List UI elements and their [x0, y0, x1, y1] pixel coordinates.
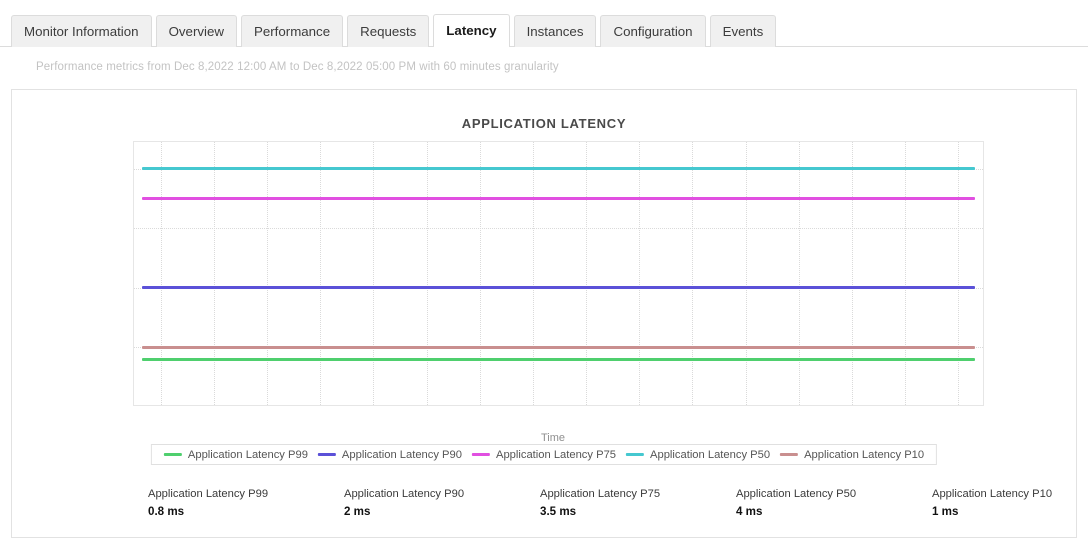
x-gridline [532, 142, 534, 405]
tab-configuration[interactable]: Configuration [600, 15, 706, 47]
chart-title: APPLICATION LATENCY [461, 116, 627, 131]
stat-label: Application Latency P50 [736, 488, 857, 500]
stat-p90: Application Latency P90 2 ms [344, 488, 540, 518]
stat-value: 3.5 ms [540, 505, 577, 518]
x-gridline [426, 142, 428, 405]
x-gridline [373, 142, 375, 405]
stat-p10: Application Latency P10 1 ms [932, 488, 1088, 518]
legend-swatch-icon [163, 453, 182, 456]
stat-value: 0.8 ms [148, 505, 185, 518]
x-gridline [745, 142, 747, 405]
legend-swatch-icon [471, 453, 490, 456]
tab-events[interactable]: Events [709, 15, 777, 47]
legend-item-p75[interactable]: Application Latency P75 [467, 449, 621, 461]
legend-swatch-icon [780, 453, 799, 456]
series-line-p90 [142, 286, 975, 290]
stat-p75: Application Latency P75 3.5 ms [540, 488, 736, 518]
stat-label: Application Latency P10 [932, 488, 1053, 500]
legend-swatch-icon [317, 453, 336, 456]
series-line-p75 [142, 197, 975, 201]
stat-p50: Application Latency P50 4 ms [736, 488, 932, 518]
series-line-p10 [142, 345, 975, 349]
stat-label: Application Latency P99 [148, 488, 269, 500]
stat-value: 2 ms [344, 505, 371, 518]
x-gridline [160, 142, 162, 405]
latency-chart-card: APPLICATION LATENCY 01:0002:0003:0004:00… [11, 89, 1077, 538]
x-axis-label: Time [540, 432, 566, 444]
legend-label: Application Latency P50 [650, 448, 771, 461]
tab-requests[interactable]: Requests [347, 15, 430, 47]
y-gridline [134, 228, 983, 230]
tab-monitor-information[interactable]: Monitor Information [11, 15, 152, 47]
metrics-range-subtitle: Performance metrics from Dec 8,2022 12:0… [36, 61, 559, 73]
chart-plot-area: 01:0002:0003:0004:0005:0006:0007:0008:00… [122, 141, 984, 457]
x-gridline [213, 142, 215, 405]
x-gridline [798, 142, 800, 405]
series-line-p99 [142, 357, 975, 361]
legend-item-p99[interactable]: Application Latency P99 [159, 449, 313, 461]
stat-value: 1 ms [932, 505, 959, 518]
stat-p99: Application Latency P99 0.8 ms [148, 488, 344, 518]
x-gridline [852, 142, 854, 405]
tab-bar: Monitor Information Overview Performance Re… [0, 0, 1088, 47]
tab-latency[interactable]: Latency [433, 14, 510, 47]
legend-label: Application Latency P90 [341, 448, 462, 461]
tab-instances[interactable]: Instances [513, 15, 597, 47]
x-gridline [320, 142, 322, 405]
legend-label: Application Latency P75 [495, 448, 617, 461]
x-gridline [905, 142, 907, 405]
legend-label: Application Latency P99 [187, 448, 308, 461]
stat-label: Application Latency P75 [540, 488, 661, 500]
plot-canvas: 01:0002:0003:0004:0005:0006:0007:0008:00… [133, 141, 984, 406]
stat-value: 4 ms [736, 505, 763, 518]
legend-item-p50[interactable]: Application Latency P50 [621, 449, 775, 461]
legend-item-p90[interactable]: Application Latency P90 [313, 449, 467, 461]
legend-label: Application Latency P10 [804, 448, 925, 461]
chart-legend: Application Latency P99 Application Laten… [150, 444, 938, 465]
legend-swatch-icon [626, 453, 645, 456]
x-gridline [692, 142, 694, 405]
tab-performance[interactable]: Performance [240, 15, 344, 47]
x-gridline [586, 142, 588, 405]
x-gridline [266, 142, 268, 405]
x-gridline [479, 142, 481, 405]
series-line-p50 [142, 167, 975, 171]
x-gridline [958, 142, 960, 405]
x-gridline [639, 142, 641, 405]
tab-overview[interactable]: Overview [155, 15, 237, 47]
latency-stats-row: Application Latency P99 0.8 ms Application… [148, 488, 1052, 518]
stat-label: Application Latency P90 [344, 488, 465, 500]
legend-item-p10[interactable]: Application Latency P10 [775, 449, 929, 461]
